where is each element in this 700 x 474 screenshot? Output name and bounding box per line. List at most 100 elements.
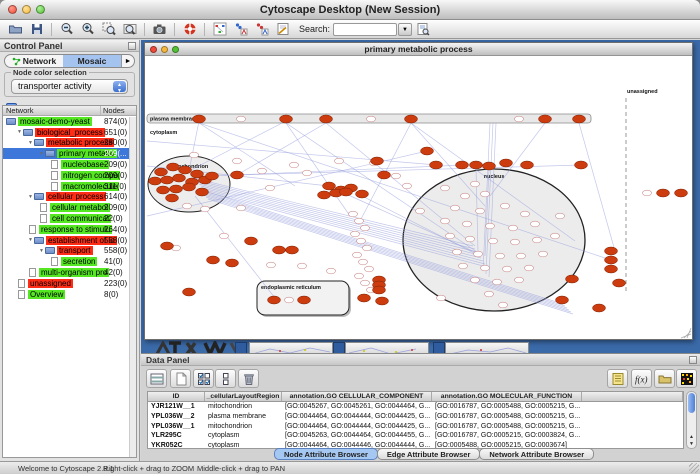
table-cell[interactable]: YLR295C — [148, 431, 205, 441]
table-cell[interactable]: [GO:0045267, GO:0045261, GO:0044464, G..… — [282, 402, 432, 412]
table-cell[interactable]: YPL036W__2 — [148, 412, 205, 422]
help-ring-icon[interactable] — [180, 21, 199, 37]
table-cell[interactable]: [GO:0044464, GO:0044444, GO:0044425, G..… — [282, 412, 432, 422]
zoom-selected-icon[interactable] — [99, 21, 118, 37]
heatmap-icon[interactable] — [676, 369, 697, 388]
svg-text:cytoplasm: cytoplasm — [150, 130, 177, 136]
table-cell[interactable]: [GO:0016787, GO:0005488, GO:0005215, G..… — [432, 402, 582, 412]
tab-mosaic[interactable]: Mosaic — [63, 55, 121, 67]
tab-overflow-arrow-icon[interactable]: ► — [121, 55, 134, 67]
tree-row-macromolecule[interactable]: macromolecule311(0) — [3, 181, 136, 192]
column-header-filler — [582, 392, 683, 401]
column-header[interactable]: ID — [148, 392, 205, 401]
new-attribute-icon[interactable] — [170, 369, 191, 388]
tree-row-transport[interactable]: ▼transport558(0) — [3, 246, 136, 257]
tree-row-unassigned[interactable]: unassigned223(0) — [3, 278, 136, 289]
table-cell[interactable]: YJR121W__1 — [148, 402, 205, 412]
tree-row-nitrogen-compo[interactable]: nitrogen compo209(0) — [3, 170, 136, 181]
network-view-window[interactable]: primary metabolic process plasma membran… — [144, 42, 693, 340]
table-cell[interactable]: mitochondrion — [205, 422, 282, 432]
network-window-titlebar[interactable]: primary metabolic process — [145, 43, 692, 56]
annotation-icon[interactable] — [273, 21, 292, 37]
formula-fx-icon[interactable]: f(x) — [631, 369, 652, 388]
tree-row-metabolic-process[interactable]: ▼metabolic process280(0) — [3, 138, 136, 149]
table-scrollbar[interactable]: ▲▼ — [686, 391, 697, 449]
expand-arrow-icon[interactable]: ▼ — [28, 194, 33, 200]
column-header[interactable]: _cellularLayoutRegion — [205, 392, 282, 401]
expand-arrow-icon[interactable]: ▼ — [39, 248, 44, 254]
tree-col-nodes[interactable]: Nodes — [100, 106, 136, 115]
network-canvas[interactable]: plasma membranecytoplasmmitochondrionnuc… — [145, 56, 692, 339]
notes-icon[interactable] — [607, 369, 628, 388]
table-cell[interactable]: [GO:0016787, GO:0005215, GO:0003824, G..… — [432, 431, 582, 441]
snapshot-camera-icon[interactable] — [150, 21, 169, 37]
expand-arrow-icon[interactable]: ▼ — [39, 151, 44, 157]
tree-row-overview[interactable]: Overview8(0) — [3, 289, 136, 300]
vizmapper-alt-icon[interactable] — [252, 21, 271, 37]
tab-edge-attribute-browser[interactable]: Edge Attribute Browser — [377, 448, 480, 460]
tree-row-cellular-process[interactable]: ▼cellular process614(0) — [3, 192, 136, 203]
column-header[interactable]: annotation.GO CELLULAR_COMPONENT — [282, 392, 432, 401]
table-row[interactable]: YLR295Ccytoplasm[GO:0045263, GO:0044464,… — [148, 431, 683, 441]
tree-row-establishment-of-lo[interactable]: ▼establishment of lo558(0) — [3, 235, 136, 246]
search-input[interactable] — [333, 23, 397, 36]
tree-row-biological-process[interactable]: ▼biological_process651(0) — [3, 127, 136, 138]
expand-arrow-icon[interactable]: ▼ — [28, 237, 33, 243]
zoom-out-icon[interactable] — [57, 21, 76, 37]
tree-row-cell-communicat[interactable]: cell communicat22(0) — [3, 213, 136, 224]
data-panel-header: Data Panel — [141, 354, 700, 366]
tree-row-nucleobase-[interactable]: nucleobase-209(0) — [3, 159, 136, 170]
float-panel-icon[interactable] — [128, 42, 136, 50]
open-folder-icon[interactable] — [6, 21, 25, 37]
table-cell[interactable]: [GO:0016787, GO:0005488, GO:0005215, G..… — [432, 422, 582, 432]
tab-network[interactable]: Network — [5, 55, 63, 67]
float-panel-icon[interactable] — [689, 356, 697, 364]
tree-row-mosaic-demo-yeast[interactable]: mosaic-demo-yeast874(0) — [3, 116, 136, 127]
tree-row-response-to-stimulu[interactable]: response to stimulu264(0) — [3, 224, 136, 235]
tab-node-attribute-browser[interactable]: Node Attribute Browser — [274, 448, 378, 460]
table-cell[interactable]: YPL036W__1 — [148, 422, 205, 432]
resize-grip[interactable] — [689, 463, 699, 473]
tree-col-network[interactable]: Network — [3, 106, 100, 115]
tree-scrollbar[interactable] — [129, 117, 136, 457]
table-cell[interactable]: [GO:0044464, GO:0044444, GO:0044425, G..… — [282, 422, 432, 432]
scrollbar-arrows[interactable]: ▲▼ — [687, 434, 696, 448]
tree-row-multi-organism-pro[interactable]: multi-organism pro42(0) — [3, 267, 136, 278]
column-header[interactable]: annotation.GO MOLECULAR_FUNCTION — [432, 392, 582, 401]
tree-row-cellular-metabol[interactable]: cellular metabol209(0) — [3, 202, 136, 213]
control-panel-header: Control Panel — [0, 40, 139, 52]
save-icon[interactable] — [27, 21, 46, 37]
search-dropdown-icon[interactable]: ▼ — [398, 23, 412, 36]
import-folder-icon[interactable] — [654, 369, 675, 388]
expand-arrow-icon[interactable]: ▼ — [17, 129, 22, 135]
zoom-in-icon[interactable] — [78, 21, 97, 37]
attribute-pair-icon[interactable] — [215, 369, 236, 388]
node-color-dropdown[interactable]: transporter activity ▲▼ — [11, 79, 128, 94]
vizmapper-icon[interactable] — [231, 21, 250, 37]
table-row[interactable]: YJR121W__1mitochondrion[GO:0045267, GO:0… — [148, 402, 683, 412]
tree-row-label: nucleobase- — [61, 160, 109, 169]
network-grid-icon[interactable] — [210, 21, 229, 37]
attribute-table[interactable]: ID_cellularLayoutRegionannotation.GO CEL… — [147, 391, 684, 449]
zoom-fit-icon[interactable] — [120, 21, 139, 37]
table-row[interactable]: YPL036W__2plasma membrane[GO:0044464, GO… — [148, 412, 683, 422]
attr-table-head: ID_cellularLayoutRegionannotation.GO CEL… — [148, 392, 683, 402]
table-cell[interactable]: YKR052C — [148, 441, 205, 449]
table-cell[interactable]: mitochondrion — [205, 402, 282, 412]
search-config-icon[interactable] — [413, 21, 432, 37]
tree-row-primary-metabo[interactable]: ▼primary metabo209(... — [3, 148, 136, 159]
select-attributes-icon[interactable] — [146, 369, 167, 388]
tree-row-secretion[interactable]: secretion41(0) — [3, 256, 136, 267]
table-row[interactable]: YPL036W__1mitochondrion[GO:0044464, GO:0… — [148, 422, 683, 432]
attr-table-body: YJR121W__1mitochondrion[GO:0045267, GO:0… — [148, 402, 683, 449]
expand-arrow-icon[interactable]: ▼ — [28, 140, 33, 146]
attribute-checklist-icon[interactable] — [193, 369, 214, 388]
tab-network-attribute-browser[interactable]: Network Attribute Browser — [479, 448, 594, 460]
table-cell[interactable]: plasma membrane — [205, 412, 282, 422]
table-cell[interactable]: [GO:0045263, GO:0044464, GO:0044455, G..… — [282, 431, 432, 441]
table-cell[interactable]: cytoplasm — [205, 431, 282, 441]
scrollbar-thumb[interactable] — [688, 393, 695, 413]
delete-attribute-icon[interactable] — [238, 369, 259, 388]
table-cell[interactable]: [GO:0016787, GO:0005488, GO:0005215, G..… — [432, 412, 582, 422]
table-cell[interactable]: cytoplasm — [205, 441, 282, 449]
